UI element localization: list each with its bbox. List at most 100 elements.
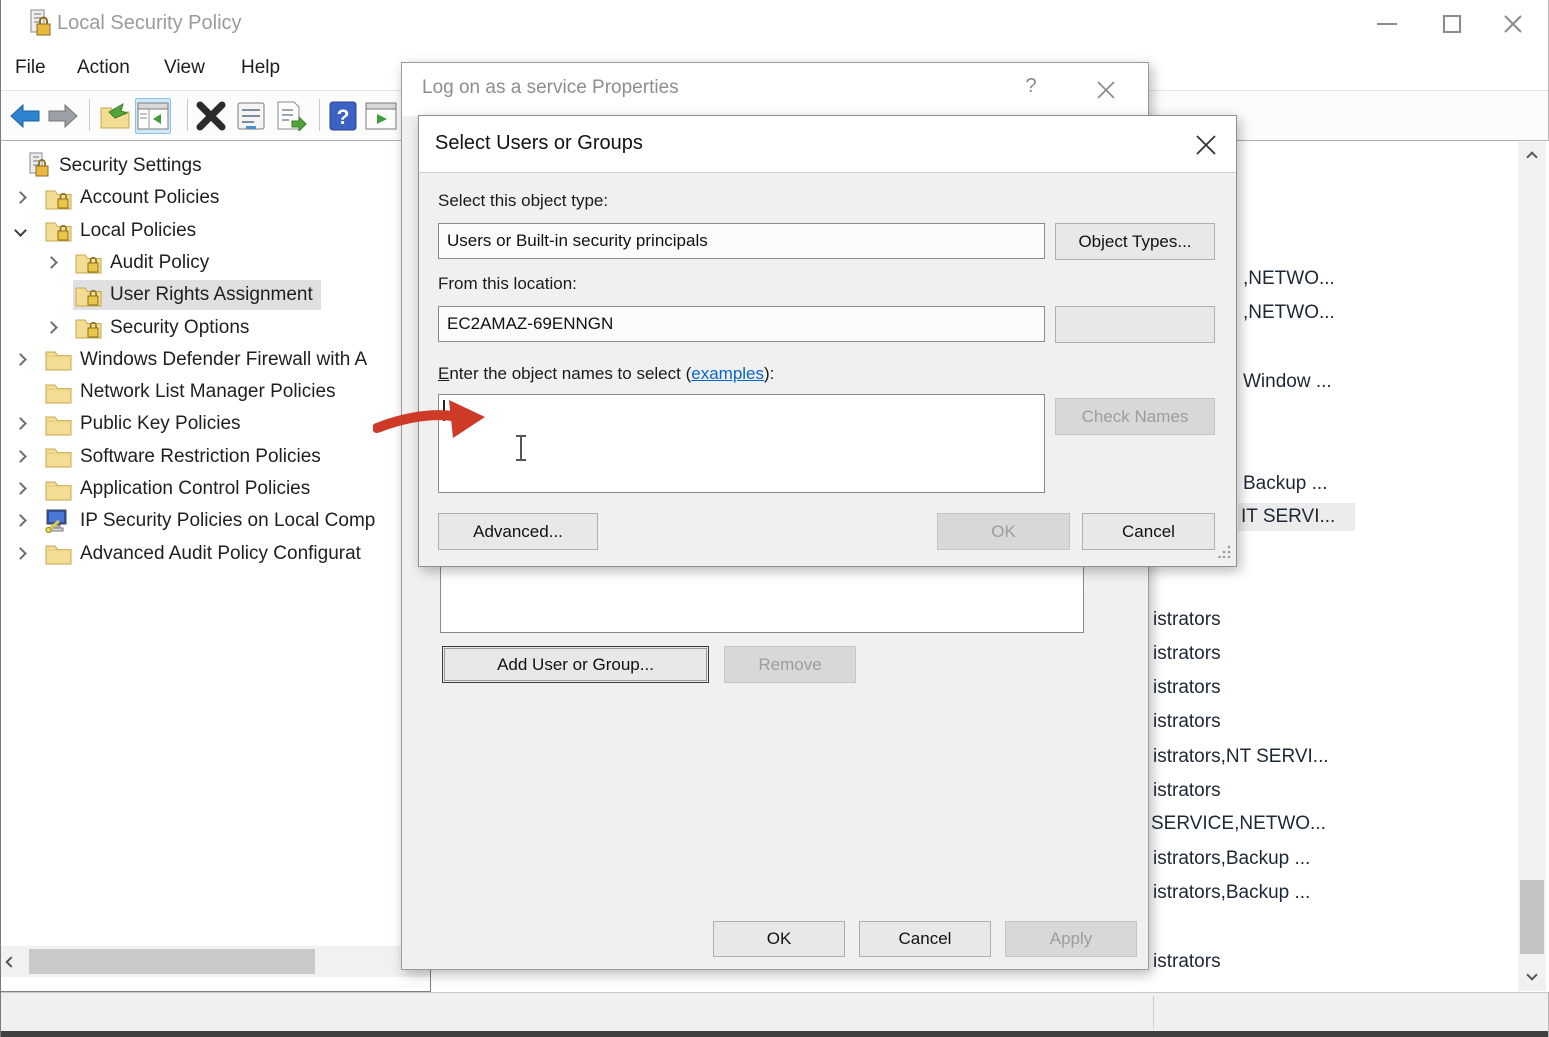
policy-row-fragment[interactable]: istrators: [1153, 711, 1221, 733]
close-icon[interactable]: [1086, 73, 1126, 107]
object-types-button[interactable]: Object Types...: [1055, 223, 1215, 260]
policy-row-fragment[interactable]: istrators,Backup ...: [1153, 882, 1310, 904]
tree-item-ip-security-policies-on-local-comp[interactable]: IP Security Policies on Local Comp: [1, 505, 431, 537]
object-type-field[interactable]: [438, 223, 1045, 259]
tree-item-account-policies[interactable]: Account Policies: [1, 182, 431, 214]
access-key: E: [438, 364, 449, 383]
folder-lock-icon: [75, 251, 102, 274]
app-icon: [28, 9, 52, 44]
toolbar-separator: [187, 99, 188, 131]
properties-icon[interactable]: [233, 98, 269, 134]
refresh-icon[interactable]: [97, 98, 133, 134]
policy-row-fragment[interactable]: istrators: [1153, 643, 1221, 665]
policy-row-fragment[interactable]: ,NETWO...: [1243, 302, 1335, 324]
help-icon[interactable]: ?: [325, 98, 361, 134]
ok-button[interactable]: OK: [937, 513, 1070, 550]
menu-view[interactable]: View: [164, 57, 205, 79]
new-window-icon[interactable]: [363, 98, 399, 134]
menu-help[interactable]: Help: [241, 57, 280, 79]
remove-button[interactable]: Remove: [724, 646, 856, 683]
help-icon[interactable]: ?: [1016, 75, 1046, 105]
scroll-up-icon[interactable]: [1518, 144, 1546, 170]
folder-lock-icon: [75, 316, 102, 339]
policy-row-fragment[interactable]: istrators,NT SERVI...: [1153, 746, 1329, 768]
minimize-button[interactable]: [1356, 0, 1418, 48]
dialog-title: Select Users or Groups: [435, 132, 643, 155]
tree-item-label: Application Control Policies: [80, 478, 310, 500]
tree-item-user-rights-assignment[interactable]: User Rights Assignment: [1, 279, 431, 311]
close-button[interactable]: [1482, 0, 1544, 48]
policy-row-fragment[interactable]: SERVICE,NETWO...: [1151, 813, 1326, 835]
resize-grip[interactable]: [1218, 544, 1232, 563]
policy-row-fragment[interactable]: istrators: [1153, 609, 1221, 631]
advanced-button[interactable]: Advanced...: [438, 513, 598, 550]
expander-collapse-icon[interactable]: [14, 224, 27, 237]
selected-policy-row-fragment[interactable]: IT SERVI...: [1238, 503, 1355, 531]
menu-action[interactable]: Action: [77, 57, 130, 79]
text-caret: [443, 400, 445, 421]
forward-icon[interactable]: [45, 98, 81, 134]
back-icon[interactable]: [7, 98, 43, 134]
ok-button[interactable]: OK: [713, 921, 845, 957]
check-names-button[interactable]: Check Names: [1055, 398, 1215, 435]
policy-row-fragment[interactable]: ,NETWO...: [1243, 268, 1335, 290]
policy-row-fragment[interactable]: Window ...: [1243, 371, 1332, 393]
folder-icon: [45, 478, 72, 501]
expander-expand-icon[interactable]: [14, 482, 27, 495]
menu-file[interactable]: File: [15, 57, 46, 79]
scrollbar-thumb[interactable]: [1520, 880, 1544, 954]
locations-button[interactable]: [1055, 306, 1215, 343]
list-vertical-scrollbar[interactable]: [1518, 142, 1546, 991]
folder-lock-icon: [45, 219, 72, 242]
expander-expand-icon[interactable]: [14, 353, 27, 366]
dialog-title-bar: Log on as a service Properties ?: [402, 63, 1148, 116]
scrollbar-thumb[interactable]: [29, 949, 315, 974]
add-user-or-group-button[interactable]: Add User or Group...: [442, 646, 709, 683]
scroll-left-icon[interactable]: [1, 946, 21, 977]
expander-expand-icon[interactable]: [45, 256, 58, 269]
folder-icon: [45, 445, 72, 468]
show-console-tree-icon[interactable]: [135, 98, 171, 134]
folder-icon: [45, 542, 72, 565]
delete-icon[interactable]: [193, 98, 229, 134]
tree-item-public-key-policies[interactable]: Public Key Policies: [1, 408, 431, 440]
tree-item-network-list-manager-policies[interactable]: Network List Manager Policies: [1, 376, 431, 408]
expander-expand-icon[interactable]: [14, 191, 27, 204]
cancel-button[interactable]: Cancel: [1082, 513, 1215, 550]
apply-button[interactable]: Apply: [1005, 921, 1137, 957]
tree-item-security-settings[interactable]: Security Settings: [1, 150, 431, 182]
console-tree-panel: Security SettingsAccount PoliciesLocal P…: [1, 141, 431, 992]
policy-row-fragment[interactable]: istrators: [1153, 951, 1221, 973]
policy-row-fragment[interactable]: istrators: [1153, 780, 1221, 802]
folder-lock-icon: [75, 284, 102, 307]
export-list-icon[interactable]: [273, 98, 309, 134]
expander-expand-icon[interactable]: [45, 321, 58, 334]
policy-row-fragment[interactable]: istrators: [1153, 677, 1221, 699]
expander-expand-icon[interactable]: [14, 547, 27, 560]
toolbar-separator: [319, 99, 320, 131]
tree-item-application-control-policies[interactable]: Application Control Policies: [1, 473, 431, 505]
maximize-button[interactable]: [1421, 0, 1483, 48]
scroll-down-icon[interactable]: [1518, 962, 1546, 988]
tree-item-security-options[interactable]: Security Options: [1, 312, 431, 344]
tree-item-label: Advanced Audit Policy Configurat: [80, 543, 361, 565]
tree-item-windows-defender-firewall-with-a[interactable]: Windows Defender Firewall with A: [1, 344, 431, 376]
tree-horizontal-scrollbar[interactable]: [1, 946, 430, 977]
label-text: nter the object names to select (: [449, 364, 691, 383]
policy-row-fragment[interactable]: istrators,Backup ...: [1153, 848, 1310, 870]
expander-expand-icon[interactable]: [14, 450, 27, 463]
policy-row-fragment[interactable]: Backup ...: [1243, 473, 1328, 495]
expander-expand-icon[interactable]: [14, 514, 27, 527]
close-icon[interactable]: [1184, 128, 1228, 162]
status-bar: [1, 992, 1548, 1031]
tree-item-software-restriction-policies[interactable]: Software Restriction Policies: [1, 441, 431, 473]
expander-expand-icon[interactable]: [14, 418, 27, 431]
tree-item-local-policies[interactable]: Local Policies: [1, 215, 431, 247]
tree-item-label: Software Restriction Policies: [80, 446, 321, 468]
tree-item-advanced-audit-policy-configurat[interactable]: Advanced Audit Policy Configurat: [1, 538, 431, 570]
examples-link[interactable]: examples: [691, 364, 764, 383]
tree-item-audit-policy[interactable]: Audit Policy: [1, 247, 431, 279]
location-field[interactable]: [438, 306, 1045, 342]
object-names-input[interactable]: [438, 394, 1045, 493]
cancel-button[interactable]: Cancel: [859, 921, 991, 957]
